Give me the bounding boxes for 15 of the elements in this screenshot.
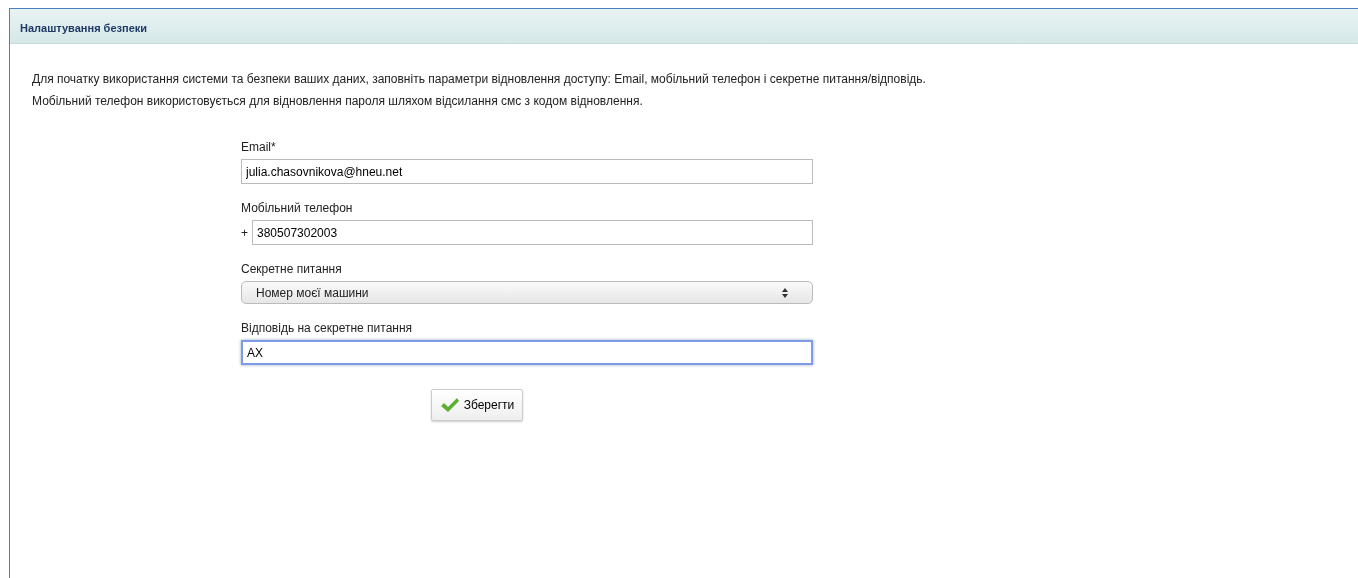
- dropdown-arrows-icon: [782, 287, 788, 298]
- input-field[interactable]: julia.chasovnikova@hneu.net: [241, 159, 813, 184]
- save-button[interactable]: Зберегти: [430, 389, 524, 421]
- select-field[interactable]: Номер моєї машини: [241, 281, 813, 304]
- input-field[interactable]: 380507302003: [252, 220, 813, 245]
- checkmark-icon: [439, 397, 460, 413]
- field-label: Секретне питання: [241, 261, 343, 278]
- panel-title: Налаштування безпеки: [20, 22, 148, 34]
- field-label: Email*: [241, 139, 277, 156]
- field-label: Мобільний телефон: [241, 200, 354, 217]
- intro-text: Для початку використання системи та безпеки ваших даних, заповніть параметри відновлення доступу: Email, мобільний телефон і секретне питання/відповідь.: [32, 71, 927, 88]
- intro-text: Мобільний телефон використовується для відновлення пароля шляхом відсилання смс з кодом відновлення.: [32, 93, 644, 110]
- prefix-text: +: [241, 224, 248, 242]
- field-label: Відповідь на секретне питання: [241, 320, 414, 337]
- input-field[interactable]: AX: [241, 340, 813, 365]
